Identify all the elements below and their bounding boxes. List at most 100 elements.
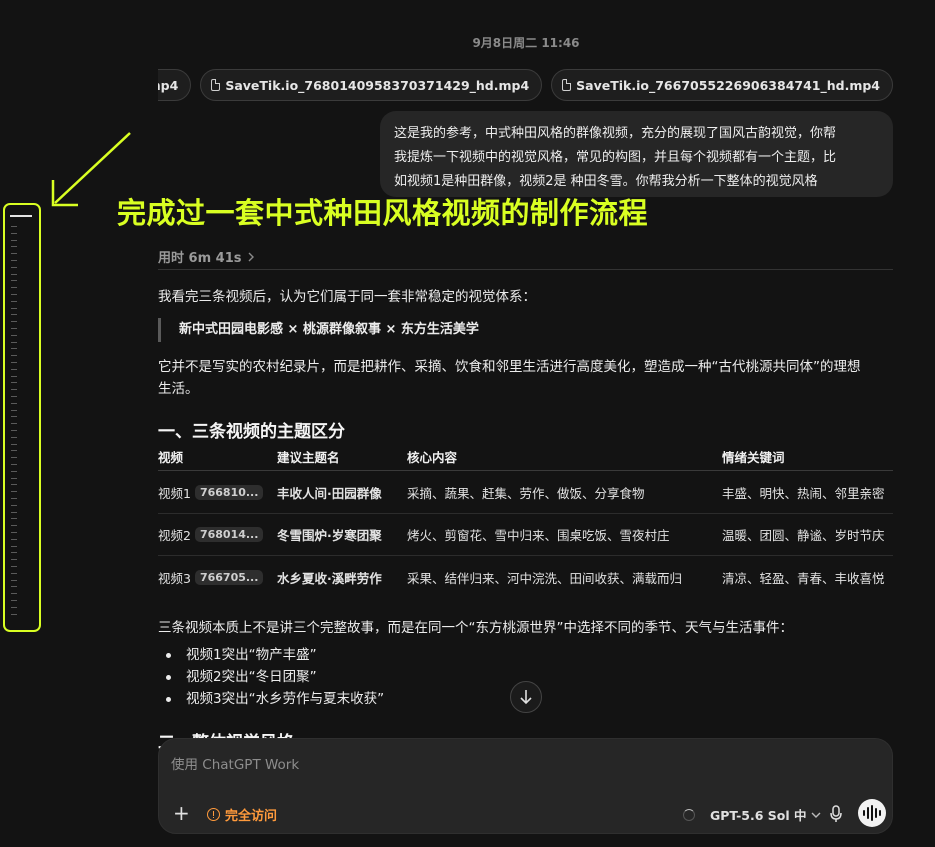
- add-attachment-button[interactable]: +: [173, 803, 190, 823]
- timeline-tick: [11, 287, 17, 289]
- timeline-tick: [11, 532, 17, 533]
- scroll-to-bottom-button[interactable]: [510, 681, 542, 713]
- chevron-right-icon: [248, 252, 255, 261]
- timeline-tick: [11, 484, 17, 486]
- response-paragraph: 它并不是写实的农村纪录片，而是把耕作、采摘、饮食和邻里生活进行高度美化，塑造成一…: [158, 356, 861, 400]
- attachment-name: SaveTik.io_7680140958370371429_hd.mp4: [225, 77, 530, 93]
- list-item: 视频2突出“冬日团聚”: [158, 666, 384, 688]
- paragraph-line: 它并不是写实的农村纪录片，而是把耕作、采摘、饮食和邻里生活进行高度美化，塑造成一…: [158, 359, 861, 375]
- timeline-tick: [11, 260, 17, 261]
- video-id-tag[interactable]: 766810...: [194, 485, 264, 500]
- attachment-strip: 27927471546_hd.mp4 SaveTik.io_7680140958…: [158, 69, 893, 101]
- microphone-icon[interactable]: [829, 804, 843, 824]
- timeline-tick: [11, 273, 17, 275]
- annotation-caption: 完成过一套中式种田风格视频的制作流程: [117, 196, 649, 230]
- timeline-tick: [11, 300, 17, 302]
- timeline-tick: [11, 552, 17, 554]
- timeline-tick: [11, 504, 17, 506]
- access-mode-button[interactable]: 完全访问: [207, 805, 277, 824]
- table-cell-theme: 水乡夏收·溪畔劳作: [277, 570, 382, 586]
- attachment-chip[interactable]: SaveTik.io_7667055226906384741_hd.mp4: [551, 69, 893, 101]
- conversation-timeline-rail[interactable]: [10, 213, 32, 615]
- user-message-line: 这是我的参考，中式种田风格的群像视频，充分的展现了国风古韵视觉，你帮: [394, 126, 837, 141]
- timeline-tick: [11, 368, 17, 370]
- user-message-line: 我提炼一下视频中的视觉风格，常见的构图，并且每个视频都有一个主题，比: [394, 150, 837, 165]
- table-cell-content: 采摘、蔬果、赶集、劳作、做饭、分享食物: [407, 486, 645, 501]
- waveform-bar: [879, 810, 881, 816]
- timeline-tick: [11, 409, 17, 411]
- section-heading: 一、三条视频的主题区分: [158, 422, 345, 442]
- timeline-tick: [11, 341, 17, 343]
- timeline-tick: [11, 538, 17, 540]
- timeline-tick: [11, 266, 17, 268]
- timeline-tick: [11, 348, 17, 350]
- attachment-chip[interactable]: SaveTik.io_7680140958370371429_hd.mp4: [200, 69, 543, 101]
- divider: [158, 269, 893, 270]
- table-header: 视频: [158, 450, 184, 465]
- timeline-tick: [11, 321, 17, 323]
- timeline-tick: [11, 294, 17, 295]
- table-cell-mood: 清凉、轻盈、青春、丰收喜悦: [722, 570, 885, 586]
- table-cell-mood: 丰盛、明快、热闹、邻里亲密: [722, 486, 885, 501]
- video-label: 视频1: [158, 486, 191, 501]
- timeline-tick: [11, 498, 17, 499]
- waveform-icon: [863, 810, 865, 816]
- timeline-tick: [11, 600, 17, 601]
- timeline-tick: [11, 253, 17, 255]
- warning-icon: [207, 808, 220, 821]
- timeline-tick: [11, 280, 17, 282]
- composer-input[interactable]: 使用 ChatGPT Work: [171, 753, 299, 773]
- timeline-tick: [11, 491, 17, 493]
- table-cell-video: 视频3 766705...: [158, 568, 277, 587]
- timeline-tick: [11, 416, 17, 418]
- file-icon: [211, 79, 221, 91]
- attachment-chip[interactable]: 27927471546_hd.mp4: [158, 69, 192, 101]
- attachment-name: SaveTik.io_7667055226906384741_hd.mp4: [576, 77, 880, 93]
- timeline-tick: [11, 362, 17, 363]
- user-message-bubble: 这是我的参考，中式种田风格的群像视频，充分的展现了国风古韵视觉，你帮 我提炼一下…: [380, 111, 893, 197]
- message-composer[interactable]: 使用 ChatGPT Work + 完全访问 GPT-5.6 Sol 中: [158, 738, 893, 834]
- timeline-tick: [11, 566, 17, 567]
- model-label: GPT-5.6 Sol 中: [710, 808, 807, 823]
- table-header: 情绪关键词: [722, 450, 785, 465]
- timeline-tick: [11, 457, 17, 459]
- timeline-tick: [11, 525, 17, 527]
- waveform-bar: [867, 807, 869, 819]
- paragraph-line: 生活。: [158, 381, 199, 397]
- response-intro: 我看完三条视频后，认为它们属于同一套非常稳定的视觉体系：: [158, 289, 536, 305]
- file-icon: [562, 79, 572, 91]
- timeline-tick: [11, 355, 17, 357]
- timeline-tick: [11, 613, 17, 615]
- timeline-tick: [11, 572, 17, 574]
- table-row: 视频1 766810... 丰收人间·田园群像 采摘、蔬果、赶集、劳作、做饭、分享…: [158, 472, 893, 514]
- timeline-tick: [11, 586, 17, 588]
- video-label: 视频3: [158, 570, 191, 586]
- loading-spinner-icon: [683, 809, 695, 821]
- model-selector[interactable]: GPT-5.6 Sol 中: [710, 805, 821, 824]
- timeline-tick: [11, 450, 17, 452]
- timeline-tick: [11, 593, 17, 595]
- worked-duration-toggle[interactable]: 用时 6m 41s: [158, 247, 255, 266]
- arrow-down-icon: [520, 690, 532, 705]
- timeline-tick: [11, 477, 17, 479]
- table-header: 建议主题名: [277, 450, 340, 465]
- table-cell-theme: 冬雪围炉·岁寒团聚: [277, 528, 382, 543]
- table-header: 核心内容: [407, 450, 458, 465]
- timeline-tick: [11, 511, 17, 513]
- timeline-tick: [11, 464, 17, 465]
- timeline-tick: [11, 328, 17, 329]
- timeline-tick: [11, 314, 17, 316]
- video-id-tag[interactable]: 768014...: [194, 527, 264, 542]
- table-cell-content: 烤火、剪窗花、雪中归来、围桌吃饭、雪夜村庄: [407, 528, 670, 543]
- timeline-tick: [11, 518, 17, 520]
- timeline-tick: [11, 334, 17, 336]
- voice-mode-button[interactable]: [858, 799, 886, 827]
- video-label: 视频2: [158, 528, 191, 543]
- table-cell-mood: 温暖、团圆、静谧、岁时节庆: [722, 528, 885, 543]
- response-quote: 新中式田园电影感 × 桃源群像叙事 × 东方生活美学: [158, 318, 479, 342]
- video-id-tag[interactable]: 766705...: [194, 569, 264, 585]
- response-summary: 三条视频本质上不是讲三个完整故事，而是在同一个“东方桃源世界”中选择不同的季节、…: [158, 620, 793, 636]
- timeline-tick: [11, 470, 17, 472]
- attachment-name: 27927471546_hd.mp4: [158, 77, 179, 93]
- table-cell-content: 采果、结伴归来、河中浣洗、田间收获、满载而归: [407, 570, 683, 586]
